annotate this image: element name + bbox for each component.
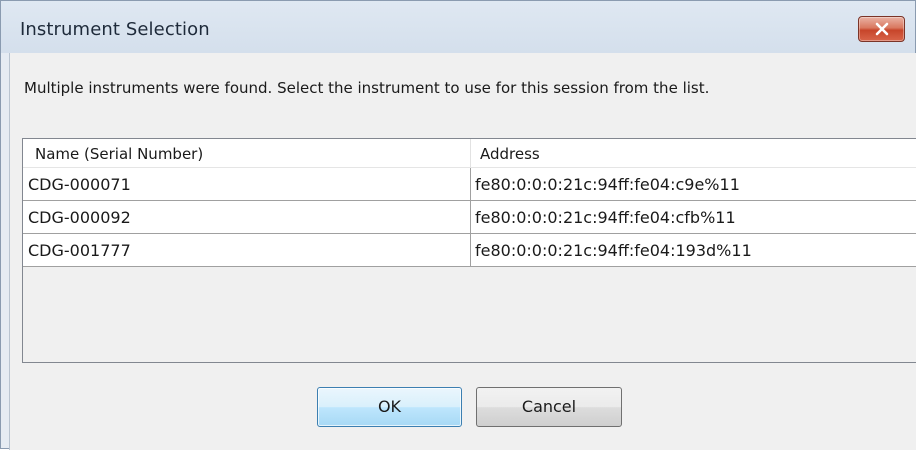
close-button[interactable]	[858, 16, 905, 42]
list-header: Name (Serial Number) Address	[23, 139, 916, 168]
list-row[interactable]: CDG-001777 fe80:0:0:0:21c:94ff:fe04:193d…	[23, 234, 916, 267]
cancel-button[interactable]: Cancel	[476, 387, 622, 427]
dialog-body: Multiple instruments were found. Select …	[9, 53, 916, 450]
instructions-text: Multiple instruments were found. Select …	[24, 79, 710, 97]
instrument-list[interactable]: Name (Serial Number) Address CDG-000071 …	[22, 138, 916, 363]
window-title: Instrument Selection	[20, 19, 210, 40]
instrument-address: fe80:0:0:0:21c:94ff:fe04:cfb%11	[475, 208, 736, 227]
instrument-name: CDG-000092	[23, 201, 471, 233]
close-icon	[875, 22, 889, 36]
instrument-address: fe80:0:0:0:21c:94ff:fe04:c9e%11	[475, 175, 740, 194]
list-row[interactable]: CDG-000092 fe80:0:0:0:21c:94ff:fe04:cfb%…	[23, 201, 916, 234]
instrument-name: CDG-001777	[23, 234, 471, 266]
instrument-address: fe80:0:0:0:21c:94ff:fe04:193d%11	[475, 241, 752, 260]
title-bar[interactable]: Instrument Selection	[1, 1, 915, 53]
list-rows: CDG-000071 fe80:0:0:0:21c:94ff:fe04:c9e%…	[23, 168, 916, 267]
ok-button[interactable]: OK	[317, 387, 462, 427]
instrument-selection-dialog: Instrument Selection Multiple instrument…	[0, 0, 916, 450]
instrument-name: CDG-000071	[23, 168, 471, 200]
list-row[interactable]: CDG-000071 fe80:0:0:0:21c:94ff:fe04:c9e%…	[23, 168, 916, 201]
column-header-address[interactable]: Address	[471, 139, 916, 167]
column-header-name[interactable]: Name (Serial Number)	[23, 139, 471, 167]
